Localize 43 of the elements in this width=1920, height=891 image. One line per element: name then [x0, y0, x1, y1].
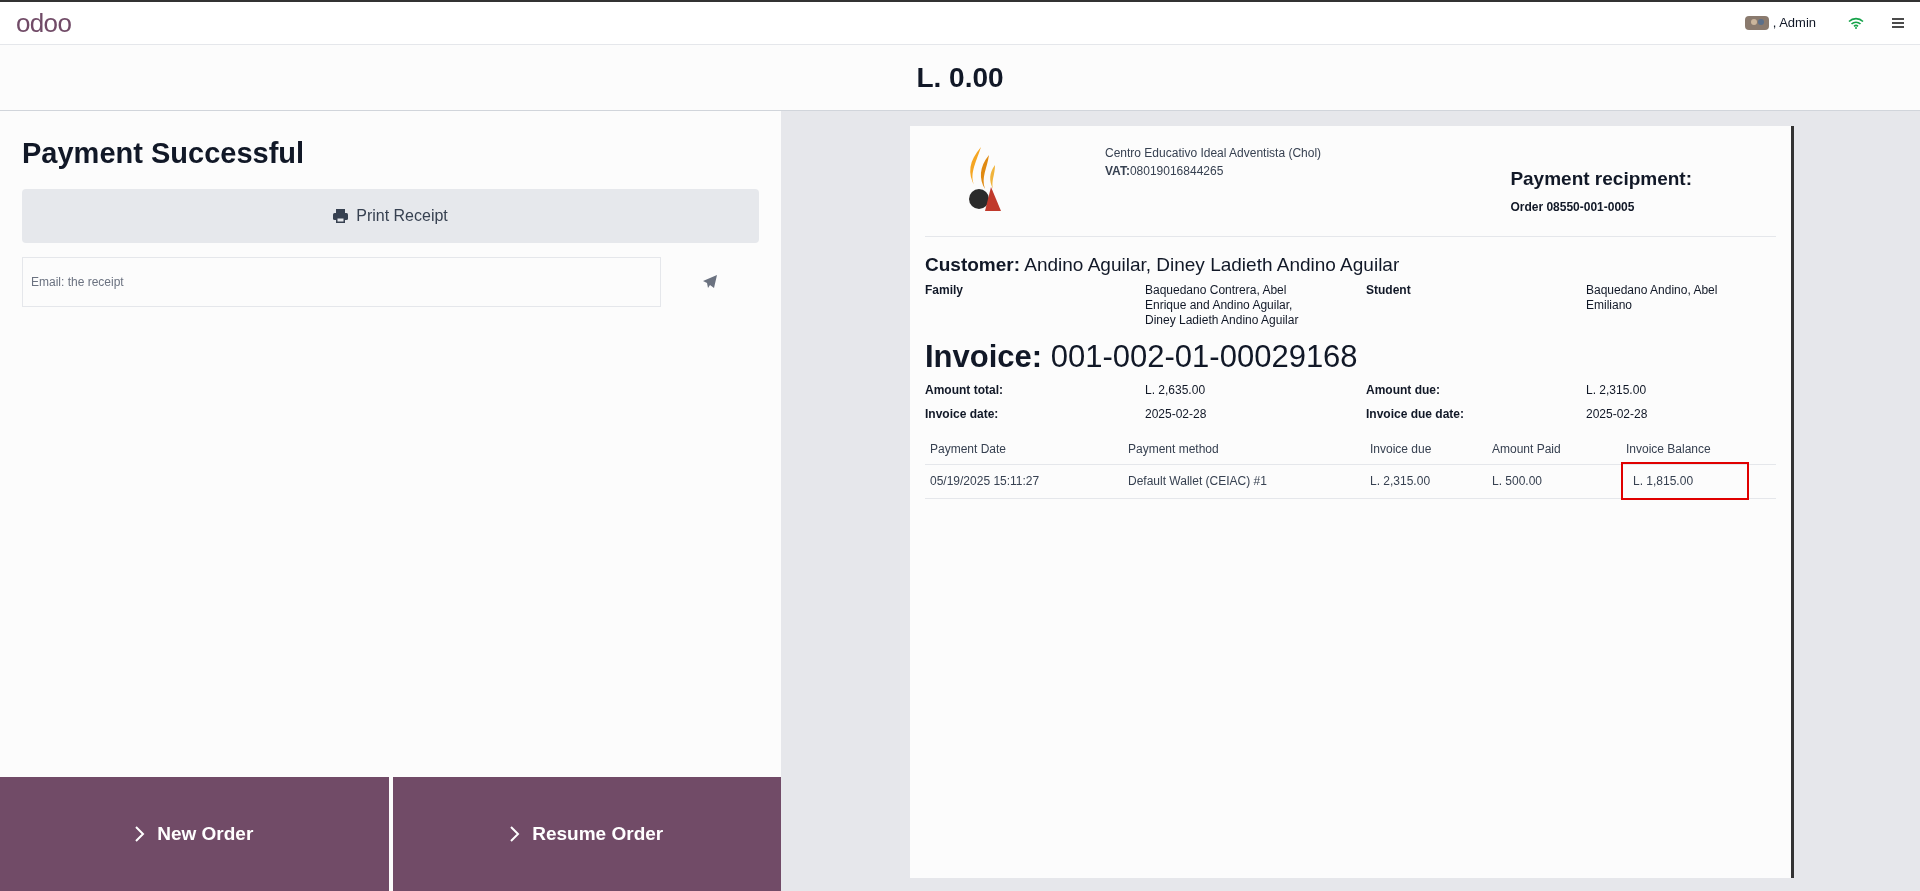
- field-value: Baquedano Andino, Abel Emiliano: [1586, 283, 1719, 314]
- field-value: L. 2,635.00: [1145, 381, 1207, 399]
- field-label: Invoice date:: [925, 405, 1000, 423]
- chevron-icon: [135, 826, 146, 842]
- table-cell-text: 05/19/2025 15:11:27: [929, 474, 1040, 489]
- field-label: Family: [925, 283, 964, 299]
- order-action-button[interactable]: New Order: [0, 777, 389, 891]
- column-header: Invoice due: [1369, 441, 1433, 459]
- field-value: Baquedano Contrera, Abel Enrique and Andino Aguilar, Diney Ladieth Andino Aguilar: [1145, 283, 1300, 328]
- email-field[interactable]: Email: the receipt: [22, 257, 661, 308]
- company-name: Centro Educativo Ideal Adventista (Chol): [1105, 145, 1322, 162]
- user-name[interactable]: , Admin: [1772, 13, 1816, 33]
- field-value: 2025-02-28: [1145, 405, 1208, 423]
- table-cell-text: Default Wallet (CEIAC) #1: [1127, 474, 1267, 489]
- field-value: L. 2,315.00: [1586, 381, 1648, 399]
- order-action-button[interactable]: Resume Order: [392, 777, 781, 891]
- amount-total: L. 0.00: [916, 60, 1004, 95]
- column-header: Invoice Balance: [1625, 441, 1712, 459]
- status-title: Payment Successful: [22, 136, 306, 171]
- field-label: Amount total:: [925, 381, 1004, 399]
- printer-icon: [333, 209, 349, 224]
- send-icon[interactable]: [703, 275, 717, 290]
- avatar-icon: [1744, 16, 1769, 30]
- field-label: Amount due:: [1366, 381, 1441, 399]
- chevron-icon: [510, 826, 521, 842]
- table-cell: L. 1,815.00: [1621, 462, 1749, 501]
- vat-number: VAT:08019016844265: [1105, 163, 1225, 180]
- table-cell-text: L. 500.00: [1491, 474, 1543, 489]
- column-header: Payment method: [1127, 441, 1220, 459]
- menu-icon[interactable]: [1892, 18, 1904, 28]
- app-logo[interactable]: odoo: [16, 10, 72, 36]
- table-cell-text: L. 2,315.00: [1369, 474, 1431, 489]
- invoice-number: Invoice: 001-002-01-00029168: [925, 338, 1359, 376]
- receipt-heading: Payment recipment:: [1510, 167, 1692, 191]
- order-number: Order 08550-001-0005: [1510, 198, 1636, 216]
- column-header: Payment Date: [929, 441, 1008, 459]
- customer-name: Customer: Andino Aguilar, Diney Ladieth Andino Aguilar: [925, 252, 1401, 277]
- print-receipt-button[interactable]: Print Receipt: [22, 189, 759, 244]
- column-header: Amount Paid: [1491, 441, 1562, 459]
- field-label: Student: [1366, 283, 1412, 299]
- field-value: 2025-02-28: [1586, 405, 1649, 423]
- wifi-icon: [1848, 17, 1864, 29]
- field-label: Invoice due date:: [1366, 405, 1466, 423]
